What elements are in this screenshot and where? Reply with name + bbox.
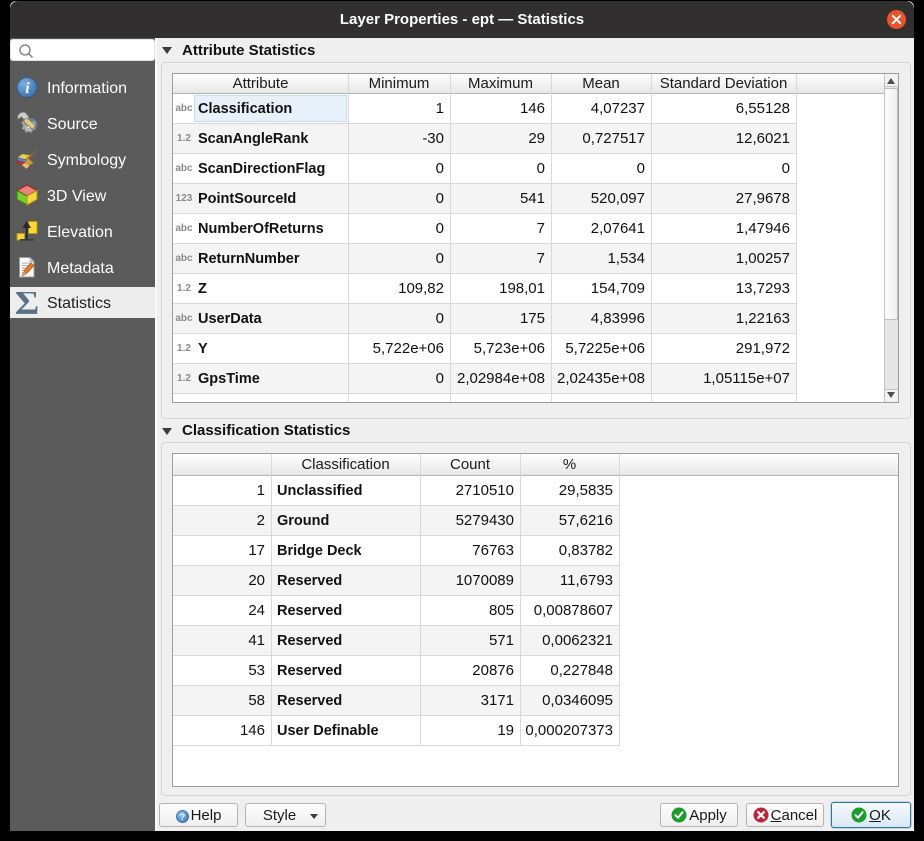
svg-text:Σ: Σ — [16, 292, 38, 314]
svg-text:?: ? — [179, 812, 185, 822]
svg-text:i: i — [25, 80, 30, 97]
